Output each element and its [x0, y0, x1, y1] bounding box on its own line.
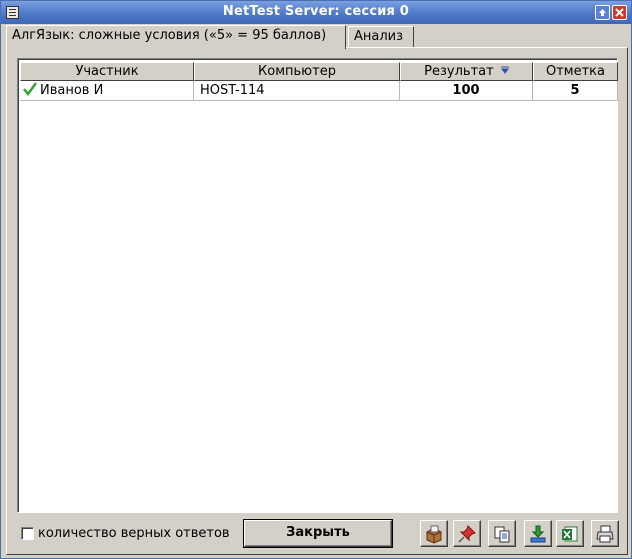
- close-window-button[interactable]: [612, 5, 627, 20]
- correct-answers-checkbox[interactable]: [21, 527, 34, 540]
- excel-icon: [562, 526, 578, 541]
- close-icon: [615, 8, 624, 17]
- column-header-label: Результат: [424, 64, 494, 79]
- tab-analysis-label: Анализ: [354, 29, 404, 44]
- arrow-up-icon: [599, 9, 606, 16]
- tab-test[interactable]: АлгЯзык: сложные условия («5» = 95 балло…: [6, 25, 346, 49]
- maximize-button[interactable]: [595, 5, 610, 20]
- print-button[interactable]: [591, 520, 619, 547]
- participant-name: Иванов И: [40, 83, 104, 98]
- cell-mark: 5: [533, 81, 618, 101]
- cell-participant: Иванов И: [20, 81, 194, 101]
- cell-result: 100: [400, 81, 533, 101]
- pin-icon: [458, 524, 476, 543]
- sort-descending-icon: [500, 66, 509, 74]
- column-header-label: Компьютер: [258, 64, 336, 79]
- close-button[interactable]: Закрыть: [244, 520, 392, 547]
- pin-button[interactable]: [453, 520, 481, 547]
- tab-test-label: АлгЯзык: сложные условия («5» = 95 балло…: [12, 28, 327, 43]
- print-icon: [596, 525, 614, 542]
- results-table[interactable]: Участник Компьютер Результат Отметка Ива…: [17, 58, 618, 513]
- correct-answers-option[interactable]: количество верных ответов: [21, 526, 230, 541]
- copy-icon: [494, 526, 510, 542]
- tab-analysis[interactable]: Анализ: [348, 26, 414, 48]
- correct-answers-label: количество верных ответов: [38, 526, 230, 541]
- column-header-result[interactable]: Результат: [400, 62, 533, 81]
- download-icon: [530, 525, 546, 542]
- column-header-mark[interactable]: Отметка: [533, 62, 618, 81]
- column-header-computer[interactable]: Компьютер: [194, 62, 400, 81]
- cell-computer: HOST-114: [194, 81, 400, 101]
- result-value: 100: [452, 83, 480, 98]
- archive-icon: [426, 525, 442, 544]
- archive-button[interactable]: [420, 520, 448, 547]
- check-icon: [23, 82, 37, 96]
- tab-panel: Участник Компьютер Результат Отметка Ива…: [6, 47, 628, 555]
- column-header-participant[interactable]: Участник: [20, 62, 194, 81]
- column-header-label: Отметка: [545, 64, 605, 79]
- title-bar[interactable]: NetTest Server: сессия 0: [1, 1, 631, 24]
- excel-export-button[interactable]: [556, 520, 584, 547]
- app-window: NetTest Server: сессия 0 АлгЯзык: сложны…: [0, 0, 632, 559]
- column-header-label: Участник: [75, 64, 139, 79]
- download-button[interactable]: [524, 520, 552, 547]
- copy-button[interactable]: [488, 520, 516, 547]
- window-title: NetTest Server: сессия 0: [222, 4, 410, 19]
- close-button-label: Закрыть: [286, 525, 350, 540]
- computer-name: HOST-114: [200, 83, 265, 98]
- mark-value: 5: [570, 83, 580, 98]
